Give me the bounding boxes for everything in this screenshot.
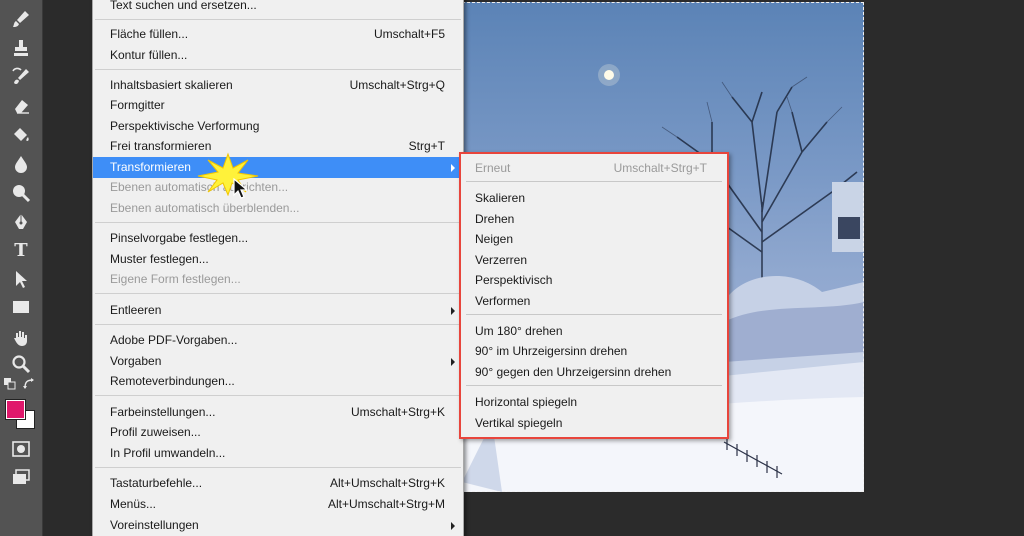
foreground-color-swatch[interactable]: [6, 400, 25, 419]
menu-item-stroke[interactable]: Kontur füllen...: [93, 45, 463, 66]
menu-item-keyboard-shortcuts[interactable]: Tastaturbefehle... Alt+Umschalt+Strg+K: [93, 473, 463, 494]
dodge-icon[interactable]: [9, 182, 33, 204]
menu-item-assign-profile[interactable]: Profil zuweisen...: [93, 422, 463, 443]
submenu-arrow-icon: [451, 164, 455, 172]
submenu-item-flip-horizontal[interactable]: Horizontal spiegeln: [461, 392, 727, 412]
submenu-item-scale[interactable]: Skalieren: [461, 188, 727, 208]
hand-icon[interactable]: [9, 327, 33, 349]
menu-item-fill[interactable]: Fläche füllen... Umschalt+F5: [93, 24, 463, 45]
submenu-item-rotate-90-cw[interactable]: 90° im Uhrzeigersinn drehen: [461, 341, 727, 361]
menu-item-menus[interactable]: Menüs... Alt+Umschalt+Strg+M: [93, 494, 463, 515]
menu-item-color-settings[interactable]: Farbeinstellungen... Umschalt+Strg+K: [93, 402, 463, 423]
menu-separator: [466, 181, 722, 182]
eraser-icon[interactable]: [9, 95, 33, 117]
menu-item-define-brush[interactable]: Pinselvorgabe festlegen...: [93, 228, 463, 249]
submenu-item-warp[interactable]: Verformen: [461, 291, 727, 311]
menu-item-preferences[interactable]: Voreinstellungen: [93, 515, 463, 536]
menu-item-free-transform[interactable]: Frei transformieren Strg+T: [93, 136, 463, 157]
submenu-item-rotate-180[interactable]: Um 180° drehen: [461, 321, 727, 341]
history-brush-icon[interactable]: [9, 66, 33, 88]
menu-item-find-replace-text[interactable]: Text suchen und ersetzen...: [93, 0, 463, 16]
brush-icon[interactable]: [9, 8, 33, 30]
submenu-item-again[interactable]: Erneut Umschalt+Strg+T: [461, 158, 727, 178]
quick-mask-icon[interactable]: [9, 438, 33, 460]
photoshop-window: T Text suchen und ersetzen... Fläche fül…: [0, 0, 1024, 536]
submenu-arrow-icon: [451, 307, 455, 315]
menu-separator: [95, 69, 461, 70]
menu-item-adobe-pdf-presets[interactable]: Adobe PDF-Vorgaben...: [93, 330, 463, 351]
pen-icon[interactable]: [9, 211, 33, 233]
submenu-item-flip-vertical[interactable]: Vertikal spiegeln: [461, 413, 727, 433]
menu-separator: [95, 324, 461, 325]
menu-separator: [95, 222, 461, 223]
menu-separator: [95, 293, 461, 294]
menu-item-perspective-warp[interactable]: Perspektivische Verformung: [93, 116, 463, 137]
default-colors-icon[interactable]: [3, 377, 17, 391]
submenu-item-distort[interactable]: Verzerren: [461, 250, 727, 270]
submenu-item-perspective[interactable]: Perspektivisch: [461, 270, 727, 290]
menu-separator: [466, 385, 722, 386]
zoom-icon[interactable]: [9, 353, 33, 375]
menu-separator: [466, 314, 722, 315]
menu-item-presets[interactable]: Vorgaben: [93, 351, 463, 372]
paint-bucket-icon[interactable]: [9, 124, 33, 146]
tools-panel: T: [0, 0, 43, 536]
transform-submenu: Erneut Umschalt+Strg+T Skalieren Drehen N…: [459, 152, 729, 439]
menu-item-auto-align-layers[interactable]: Ebenen automatisch ausrichten...: [93, 177, 463, 198]
mouse-cursor-icon: [233, 178, 249, 199]
menu-item-remote-connections[interactable]: Remoteverbindungen...: [93, 371, 463, 392]
click-highlight-icon: [197, 152, 259, 196]
rectangle-icon[interactable]: [9, 296, 33, 318]
menu-item-auto-blend-layers[interactable]: Ebenen automatisch überblenden...: [93, 198, 463, 219]
menu-item-content-aware-scale[interactable]: Inhaltsbasiert skalieren Umschalt+Strg+Q: [93, 75, 463, 96]
menu-item-convert-to-profile[interactable]: In Profil umwandeln...: [93, 443, 463, 464]
stamp-icon[interactable]: [9, 37, 33, 59]
type-icon[interactable]: T: [9, 240, 33, 262]
screen-mode-icon[interactable]: [9, 466, 33, 488]
swap-colors-icon[interactable]: [22, 377, 36, 391]
blur-drop-icon[interactable]: [9, 153, 33, 175]
submenu-item-skew[interactable]: Neigen: [461, 229, 727, 249]
menu-item-transform[interactable]: Transformieren: [93, 157, 463, 178]
menu-item-purge[interactable]: Entleeren: [93, 300, 463, 321]
submenu-arrow-icon: [451, 522, 455, 530]
edit-menu: Text suchen und ersetzen... Fläche fülle…: [92, 0, 464, 536]
path-selection-icon[interactable]: [9, 268, 33, 290]
menu-item-define-pattern[interactable]: Muster festlegen...: [93, 249, 463, 270]
submenu-item-rotate[interactable]: Drehen: [461, 209, 727, 229]
menu-separator: [95, 19, 461, 20]
menu-separator: [95, 395, 461, 396]
submenu-item-rotate-90-ccw[interactable]: 90° gegen den Uhrzeigersinn drehen: [461, 362, 727, 382]
menu-separator: [95, 467, 461, 468]
menu-item-define-custom-shape[interactable]: Eigene Form festlegen...: [93, 269, 463, 290]
submenu-arrow-icon: [451, 358, 455, 366]
menu-item-puppet-warp[interactable]: Formgitter: [93, 95, 463, 116]
